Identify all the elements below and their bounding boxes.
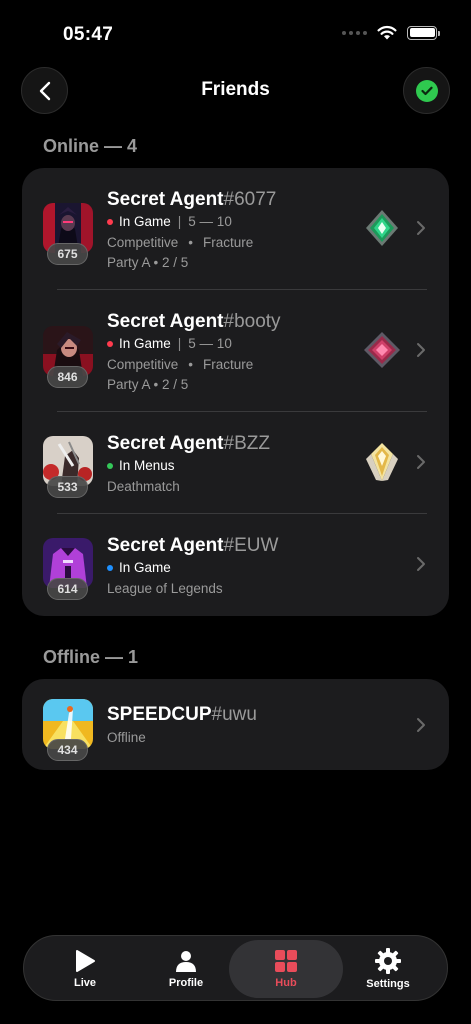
avatar: 846 — [43, 326, 95, 388]
player-tag: #6077 — [223, 189, 277, 210]
status-dot — [107, 462, 113, 469]
tab-bar: Live Profile Hub Settings — [23, 935, 448, 1001]
match-details: Competitive • Fracture — [107, 357, 254, 372]
friend-status: In Menus — [107, 458, 175, 473]
avatar: 614 — [43, 538, 95, 600]
player-name: Secret Agent — [107, 535, 224, 556]
player-tag: #booty — [223, 311, 281, 332]
friend-name: Secret Agent#6077 — [107, 189, 276, 211]
player-name: Secret Agent — [107, 189, 224, 210]
page-title: Friends — [201, 79, 270, 100]
online-friends-card: 675 Secret Agent#6077 In Game | 5 — 10 C… — [22, 168, 449, 616]
friend-status: In Game | 5 — 10 — [107, 214, 232, 229]
player-name: SPEEDCUP — [107, 704, 212, 725]
player-name: Secret Agent — [107, 311, 224, 332]
tab-hub[interactable]: Hub — [229, 940, 343, 998]
status-text: In Game — [119, 560, 171, 575]
grid-icon — [275, 950, 297, 972]
ascendant-rank-icon — [366, 210, 398, 246]
status-text: In Game — [119, 214, 171, 229]
friend-name: Secret Agent#EUW — [107, 535, 278, 557]
nav-bar: Friends — [0, 67, 471, 114]
tab-label: Profile — [168, 977, 204, 989]
chevron-right-icon — [417, 221, 425, 235]
friend-row[interactable]: 614 Secret Agent#EUW In Game League of L… — [22, 514, 449, 616]
status-text: In Game — [119, 336, 171, 351]
avatar: 434 — [43, 699, 95, 761]
chevron-right-icon — [417, 343, 425, 357]
status-text: Offline — [107, 730, 146, 745]
game-mode: Competitive — [107, 357, 179, 372]
battery-icon — [407, 25, 440, 40]
map-name: Fracture — [203, 235, 254, 250]
status-dot — [107, 564, 113, 571]
party-info: Party A • 2 / 5 — [107, 255, 189, 270]
confirm-button[interactable] — [403, 67, 450, 114]
match-details: Competitive • Fracture — [107, 235, 254, 250]
status-time: 05:47 — [63, 24, 114, 45]
play-icon — [76, 950, 95, 972]
person-icon — [176, 951, 196, 972]
player-tag: #BZZ — [223, 433, 270, 454]
game-mode: Competitive — [107, 235, 179, 250]
level-badge: 614 — [47, 578, 88, 600]
party-info: Party A • 2 / 5 — [107, 377, 189, 392]
avatar: 533 — [43, 436, 95, 498]
separator: | — [177, 336, 182, 351]
tab-label: Settings — [366, 978, 410, 990]
tab-live[interactable]: Live — [32, 936, 138, 1002]
friend-row[interactable]: 675 Secret Agent#6077 In Game | 5 — 10 C… — [22, 168, 449, 289]
gear-icon — [375, 948, 401, 974]
friend-status: In Game — [107, 560, 171, 575]
online-section-header: Online — 4 — [43, 136, 138, 156]
player-tag: #uwu — [211, 704, 257, 725]
level-badge: 434 — [47, 739, 88, 761]
cellular-signal-icon — [342, 30, 367, 35]
map-name: Fracture — [203, 357, 254, 372]
match-score: 5 — 10 — [188, 214, 232, 229]
level-badge: 533 — [47, 476, 88, 498]
level-badge: 846 — [47, 366, 88, 388]
status-dot — [107, 218, 113, 225]
friend-row[interactable]: 846 Secret Agent#booty In Game | 5 — 10 … — [22, 290, 449, 411]
match-score: 5 — 10 — [188, 336, 232, 351]
friend-name: SPEEDCUP#uwu — [107, 704, 257, 726]
offline-section-header: Offline — 1 — [43, 647, 139, 667]
chevron-right-icon — [417, 718, 425, 732]
tab-settings[interactable]: Settings — [335, 936, 441, 1002]
game-mode: Deathmatch — [107, 479, 180, 494]
chevron-right-icon — [417, 557, 425, 571]
checkmark-icon — [415, 79, 438, 102]
friend-name: Secret Agent#booty — [107, 311, 281, 333]
game-name: League of Legends — [107, 581, 223, 596]
status-icons — [342, 25, 440, 40]
friend-row[interactable]: 434 SPEEDCUP#uwu Offline — [22, 679, 449, 770]
offline-friends-card: 434 SPEEDCUP#uwu Offline — [22, 679, 449, 770]
immortal-rank-icon — [364, 332, 400, 368]
friend-name: Secret Agent#BZZ — [107, 433, 270, 455]
avatar: 675 — [43, 203, 95, 265]
tab-profile[interactable]: Profile — [133, 936, 239, 1002]
status-bar: 05:47 — [0, 0, 471, 64]
tab-label: Live — [73, 977, 96, 989]
level-badge: 675 — [47, 243, 88, 265]
tab-label: Hub — [275, 977, 297, 989]
player-tag: #EUW — [223, 535, 279, 556]
separator: | — [177, 214, 182, 229]
friend-status: In Game | 5 — 10 — [107, 336, 232, 351]
player-name: Secret Agent — [107, 433, 224, 454]
status-text: In Menus — [119, 458, 175, 473]
radiant-rank-icon — [366, 443, 398, 481]
chevron-right-icon — [417, 455, 425, 469]
status-dot — [107, 340, 113, 347]
wifi-icon — [377, 25, 397, 40]
